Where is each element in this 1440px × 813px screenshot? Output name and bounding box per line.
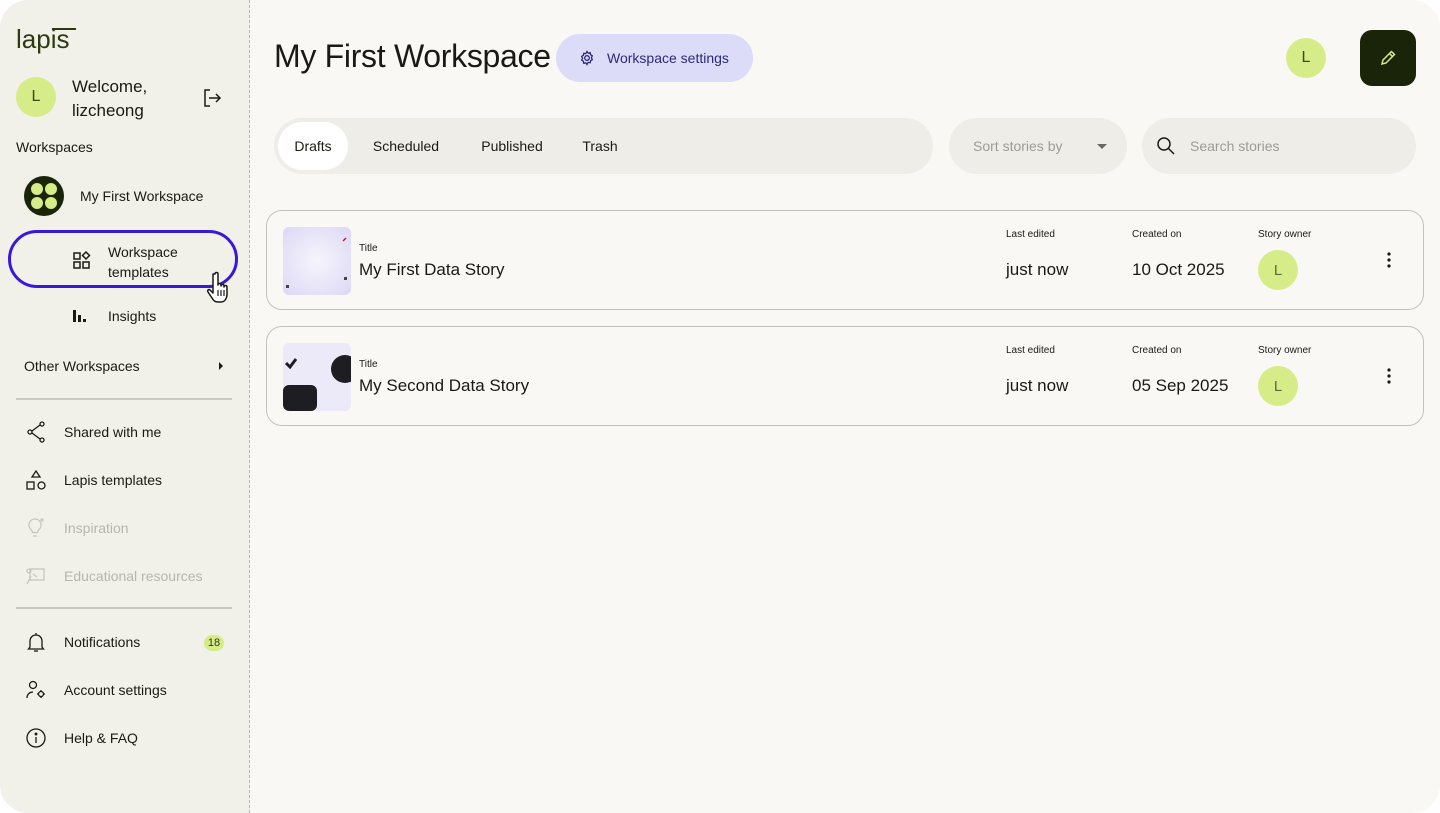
sidebar-item-shared-with-me[interactable]: Shared with me [24,420,161,444]
education-icon [26,568,45,585]
lapis-templates-label: Lapis templates [64,472,163,488]
workspaces-heading: Workspaces [16,139,93,155]
hand-pointer-cursor-icon [207,271,228,303]
notifications-count-badge: 18 [204,635,224,651]
story-thumbnail [283,343,351,411]
story-owner-column-label: Story owner [1258,229,1312,240]
sidebar-item-notifications[interactable]: Notifications [24,630,140,654]
sidebar-item-educational-resources: Educational resources [24,564,203,588]
story-title: My First Data Story [359,260,505,279]
workspace-logo-icon [24,176,64,216]
tab-trash[interactable]: Trash [572,122,628,170]
current-workspace-label: My First Workspace [80,188,204,204]
other-workspaces-label: Other Workspaces [24,358,140,374]
bar-chart-icon [73,310,86,322]
sidebar: lapis L Welcome, lizcheong Workspaces My… [0,0,250,813]
sidebar-divider [16,398,232,400]
story-title: My Second Data Story [359,376,530,395]
tab-published[interactable]: Published [468,122,556,170]
story-card[interactable]: Title My Second Data Story Last edited j… [266,326,1424,426]
shapes-icon [26,469,46,490]
story-created-on: 10 Oct 2025 [1132,260,1225,279]
story-owner-column-label: Story owner [1258,345,1312,356]
share-icon [27,421,45,443]
workspace-settings-button[interactable]: Workspace settings [556,34,753,82]
svg-text:lapis: lapis [16,26,69,54]
new-story-edit-button[interactable] [1360,30,1416,86]
account-settings-label: Account settings [64,682,167,698]
last-edited-column-label: Last edited [1006,229,1055,240]
sidebar-item-help-faq[interactable]: Help & FAQ [24,726,138,750]
chevron-down-icon [1097,144,1107,149]
story-thumbnail [283,227,351,295]
user-avatar: L [16,77,56,117]
created-on-column-label: Created on [1132,229,1182,240]
sidebar-item-current-workspace[interactable]: My First Workspace [24,175,203,217]
story-status-tabs: Drafts Scheduled Published Trash [274,118,933,174]
pencil-icon [1380,50,1396,66]
sidebar-divider [16,607,232,609]
search-box [1142,118,1416,174]
insights-label: Insights [108,308,157,324]
created-on-column-label: Created on [1132,345,1182,356]
notifications-label: Notifications [64,634,141,650]
grid-shapes-icon [73,250,91,269]
sidebar-item-lapis-templates[interactable]: Lapis templates [24,468,162,492]
user-settings-icon [26,680,45,699]
story-owner-avatar: L [1258,366,1298,406]
welcome-message: Welcome, lizcheong [72,75,147,123]
sidebar-item-workspace-templates[interactable]: Workspace templates [8,230,238,288]
story-created-on: 05 Sep 2025 [1132,376,1229,395]
header-user-avatar[interactable]: L [1286,38,1326,78]
welcome-username: lizcheong [72,101,144,120]
sort-placeholder: Sort stories by [973,138,1063,154]
workspace-templates-label: Workspace templates [108,242,178,282]
sort-stories-dropdown[interactable]: Sort stories by [949,118,1127,174]
caret-right-icon [219,362,223,370]
educational-resources-label: Educational resources [64,568,203,584]
shared-with-me-label: Shared with me [64,424,162,440]
story-last-edited: just now [1006,376,1069,395]
story-owner-avatar: L [1258,250,1298,290]
app-window: lapis L Welcome, lizcheong Workspaces My… [0,0,1440,813]
welcome-greeting: Welcome, [72,77,148,96]
bell-icon [27,633,45,652]
sidebar-item-insights[interactable]: Insights [70,305,156,327]
title-column-label: Title [359,359,378,370]
last-edited-column-label: Last edited [1006,345,1055,356]
title-column-label: Title [359,243,378,254]
search-input[interactable] [1190,134,1390,158]
search-icon [1157,137,1175,155]
sidebar-item-account-settings[interactable]: Account settings [24,678,167,702]
help-faq-label: Help & FAQ [64,730,138,746]
tab-drafts[interactable]: Drafts [278,122,348,170]
page-title: My First Workspace [274,38,551,74]
info-icon [26,728,46,748]
lapis-logo: lapis [16,26,76,54]
tab-scheduled[interactable]: Scheduled [360,122,452,170]
sidebar-item-inspiration: Inspiration [24,516,129,540]
story-card[interactable]: Title My First Data Story Last edited ju… [266,210,1424,310]
other-workspaces-toggle[interactable]: Other Workspaces [24,355,224,377]
workspace-templates-label-line2: templates [108,264,169,280]
story-last-edited: just now [1006,260,1069,279]
more-options-icon[interactable] [1379,366,1399,386]
workspace-settings-label: Workspace settings [607,50,729,66]
gear-icon [580,50,594,66]
workspace-templates-label-line1: Workspace [108,244,178,260]
inspiration-label: Inspiration [64,520,129,536]
lightbulb-icon [28,518,44,537]
logout-icon[interactable] [200,86,224,110]
more-options-icon[interactable] [1379,250,1399,270]
